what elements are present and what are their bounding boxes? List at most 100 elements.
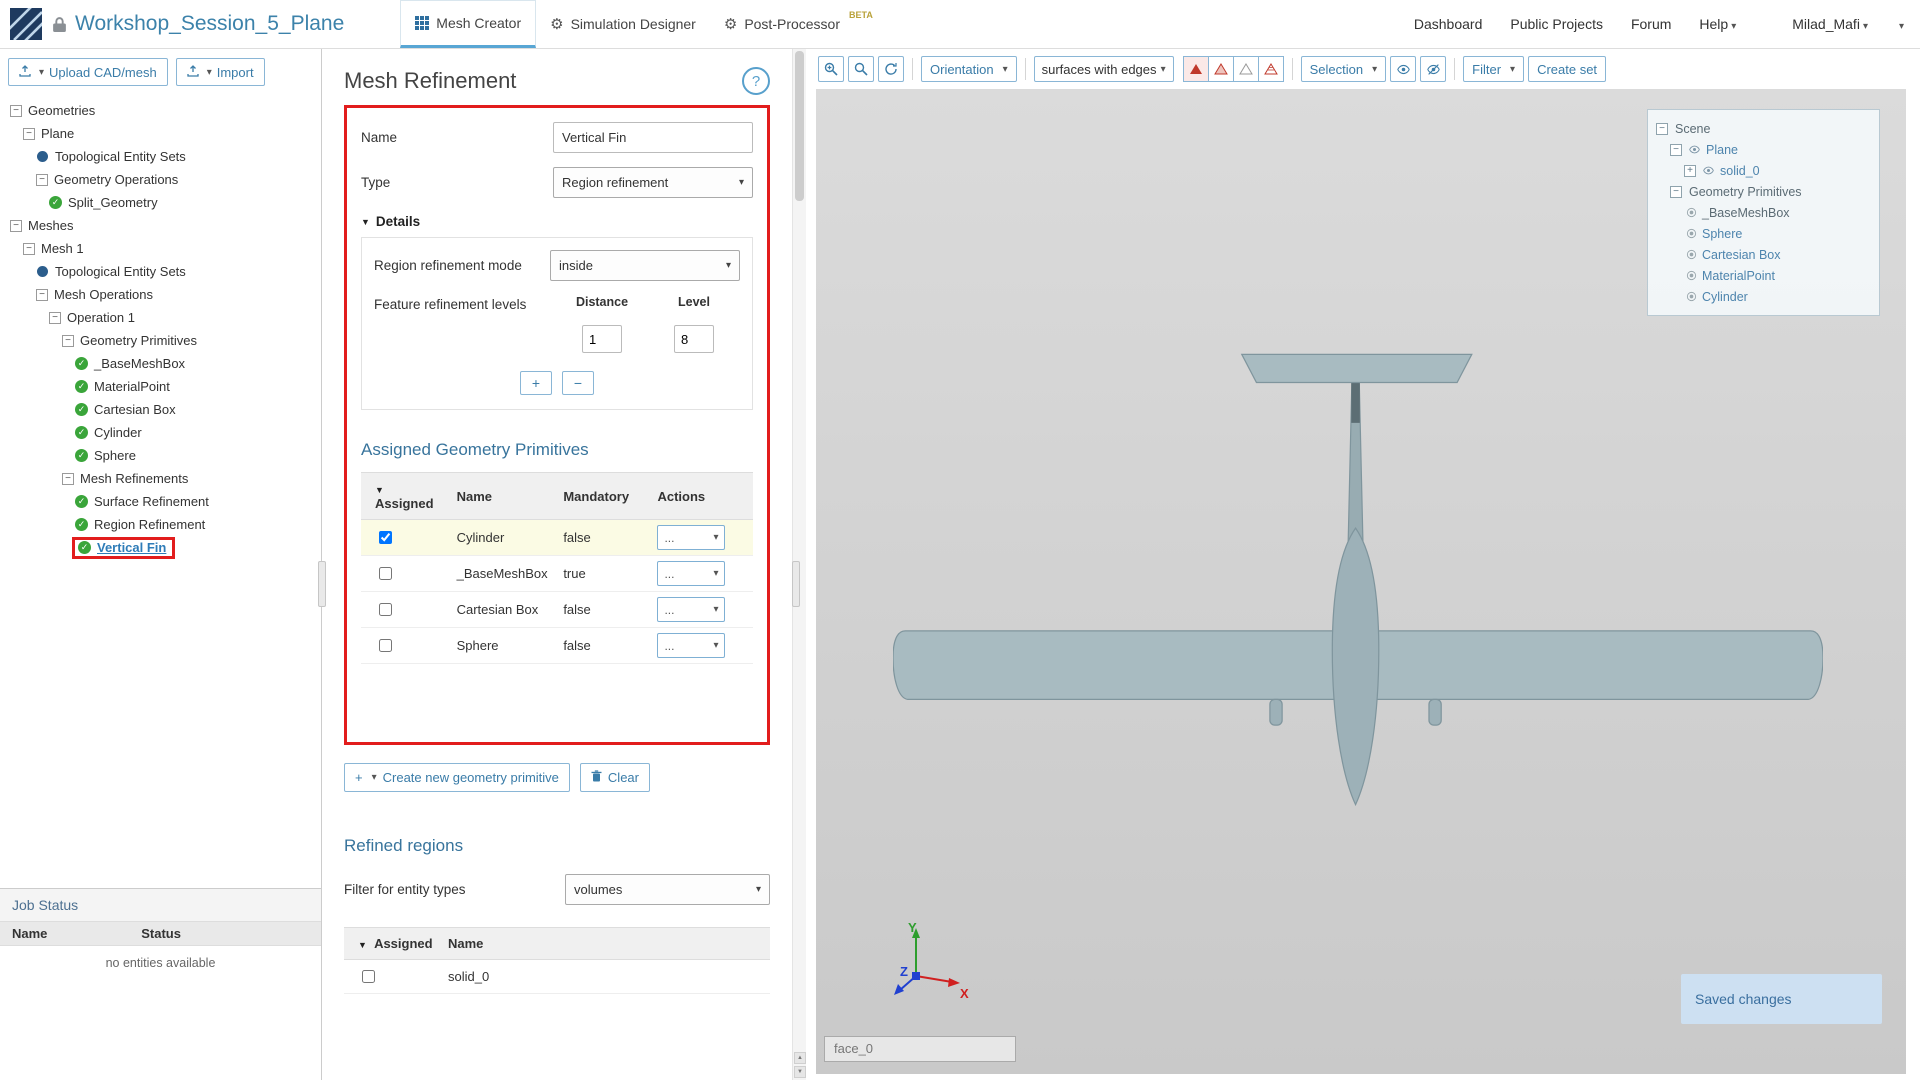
collapse-icon[interactable]: − — [10, 220, 22, 232]
zoom-in-button[interactable] — [818, 56, 844, 82]
scene-item-sphere[interactable]: Sphere — [1654, 223, 1873, 244]
distance-input[interactable] — [582, 325, 622, 353]
upload-cad-button[interactable]: ▾ Upload CAD/mesh — [8, 58, 168, 86]
collapse-icon[interactable]: − — [49, 312, 61, 324]
assigned-checkbox[interactable] — [379, 603, 392, 616]
nav-menu-help[interactable]: Help▾ — [1699, 16, 1736, 32]
nav-link-forum[interactable]: Forum — [1631, 16, 1671, 32]
panel-resize-handle[interactable] — [792, 561, 800, 607]
tree-item-geometry-operations[interactable]: −Geometry Operations — [0, 168, 321, 191]
collapse-icon[interactable]: − — [1670, 186, 1682, 198]
render-mode-wireframe-button[interactable] — [1233, 56, 1259, 82]
assigned-checkbox[interactable] — [379, 531, 392, 544]
tab-simulation-designer[interactable]: ⚙ Simulation Designer — [536, 0, 710, 48]
tree-item-mesh-operations[interactable]: −Mesh Operations — [0, 283, 321, 306]
tree-item-surface-refinement[interactable]: ✓Surface Refinement — [0, 490, 321, 513]
render-mode-mesh-button[interactable] — [1258, 56, 1284, 82]
show-selected-button[interactable] — [1390, 56, 1416, 82]
actions-dropdown[interactable]: ...▾ — [657, 561, 725, 586]
tree-item-materialpoint[interactable]: ✓MaterialPoint — [0, 375, 321, 398]
zoom-fit-button[interactable] — [848, 56, 874, 82]
refined-region-row-solid-0[interactable]: solid_0 — [344, 960, 770, 994]
create-set-button[interactable]: Create set — [1528, 56, 1606, 82]
tab-post-processor[interactable]: ⚙ Post-Processor BETA — [710, 0, 887, 48]
visibility-eye-icon[interactable] — [1702, 165, 1715, 176]
refinement-mode-select[interactable]: inside ▾ — [550, 250, 740, 281]
level-input[interactable] — [674, 325, 714, 353]
tree-item-split-geometry[interactable]: ✓Split_Geometry — [0, 191, 321, 214]
tree-item-geometry-primitives[interactable]: −Geometry Primitives — [0, 329, 321, 352]
tree-item-cylinder[interactable]: ✓Cylinder — [0, 421, 321, 444]
viewport-canvas[interactable]: −Scene−Plane+solid_0−Geometry Primitives… — [816, 89, 1906, 1074]
remove-level-button[interactable]: − — [562, 371, 594, 395]
scroll-down-button[interactable]: ▼ — [794, 1066, 806, 1078]
assigned-checkbox[interactable] — [362, 970, 375, 983]
collapse-icon[interactable]: − — [23, 128, 35, 140]
collapse-icon[interactable]: − — [10, 105, 22, 117]
create-geometry-primitive-button[interactable]: + ▾ Create new geometry primitive — [344, 763, 570, 792]
add-level-button[interactable]: + — [520, 371, 552, 395]
type-select[interactable]: Region refinement ▾ — [553, 167, 753, 198]
simscale-logo[interactable] — [10, 8, 42, 40]
tree-item-region-refinement[interactable]: ✓Region Refinement — [0, 513, 321, 536]
render-mode-shaded-edges-button[interactable] — [1208, 56, 1234, 82]
collapse-icon[interactable]: − — [1670, 144, 1682, 156]
sort-triangle-icon[interactable]: ▼ — [358, 940, 367, 950]
collapse-icon[interactable]: − — [62, 473, 74, 485]
assigned-checkbox[interactable] — [379, 639, 392, 652]
tab-mesh-creator[interactable]: Mesh Creator — [400, 0, 536, 48]
scene-item-scene[interactable]: −Scene — [1654, 118, 1873, 139]
expand-icon[interactable]: + — [1684, 165, 1696, 177]
scene-item-basemeshbox[interactable]: _BaseMeshBox — [1654, 202, 1873, 223]
name-input[interactable] — [553, 122, 753, 153]
entity-filter-select[interactable]: volumes ▾ — [565, 874, 770, 905]
tree-item-topological-entity-sets[interactable]: Topological Entity Sets — [0, 260, 321, 283]
scene-item-cylinder[interactable]: Cylinder — [1654, 286, 1873, 307]
actions-dropdown[interactable]: ...▾ — [657, 633, 725, 658]
collapse-icon[interactable]: − — [62, 335, 74, 347]
visibility-eye-icon[interactable] — [1688, 144, 1701, 155]
tree-item-cartesian-box[interactable]: ✓Cartesian Box — [0, 398, 321, 421]
panel-scrollbar-thumb[interactable] — [795, 51, 804, 201]
primitive-row-sphere[interactable]: Spherefalse...▾ — [361, 628, 753, 664]
collapse-icon[interactable]: − — [36, 174, 48, 186]
tree-item-vertical-fin[interactable]: ✓Vertical Fin — [0, 536, 321, 559]
assigned-checkbox[interactable] — [379, 567, 392, 580]
sidebar-resize-handle[interactable] — [318, 561, 326, 607]
primitive-row-cartesian-box[interactable]: Cartesian Boxfalse...▾ — [361, 592, 753, 628]
sort-triangle-icon[interactable]: ▼ — [375, 485, 384, 495]
actions-dropdown[interactable]: ...▾ — [657, 597, 725, 622]
scene-item-geometry-primitives[interactable]: −Geometry Primitives — [1654, 181, 1873, 202]
collapse-icon[interactable]: − — [1656, 123, 1668, 135]
airplane-model[interactable] — [893, 347, 1823, 812]
nav-link-public-projects[interactable]: Public Projects — [1510, 16, 1603, 32]
actions-dropdown[interactable]: ...▾ — [657, 525, 725, 550]
tree-item-operation-1[interactable]: −Operation 1 — [0, 306, 321, 329]
tree-item-plane[interactable]: −Plane — [0, 122, 321, 145]
import-button[interactable]: ▾ Import — [176, 58, 265, 86]
tree-item-meshes[interactable]: −Meshes — [0, 214, 321, 237]
scene-item-materialpoint[interactable]: MaterialPoint — [1654, 265, 1873, 286]
collapse-icon[interactable]: − — [23, 243, 35, 255]
primitive-row-cylinder[interactable]: Cylinderfalse...▾ — [361, 520, 753, 556]
details-collapse-header[interactable]: ▼ Details — [361, 214, 753, 229]
help-button[interactable]: ? — [742, 67, 770, 95]
scroll-up-button[interactable]: ▲ — [794, 1052, 806, 1064]
hide-selected-button[interactable] — [1420, 56, 1446, 82]
user-menu[interactable]: Milad_Mafi▾ — [1792, 16, 1868, 32]
tree-item-topological-entity-sets[interactable]: Topological Entity Sets — [0, 145, 321, 168]
tree-item-sphere[interactable]: ✓Sphere — [0, 444, 321, 467]
tree-item-mesh-refinements[interactable]: −Mesh Refinements — [0, 467, 321, 490]
tree-item-basemeshbox[interactable]: ✓_BaseMeshBox — [0, 352, 321, 375]
navbar-more-chevron[interactable]: ▾ — [1896, 16, 1904, 32]
filter-dropdown[interactable]: Filter ▾ — [1463, 56, 1524, 82]
nav-link-dashboard[interactable]: Dashboard — [1414, 16, 1483, 32]
display-mode-select[interactable]: surfaces with edges ▾ — [1034, 56, 1174, 82]
refresh-view-button[interactable] — [878, 56, 904, 82]
tree-item-mesh-1[interactable]: −Mesh 1 — [0, 237, 321, 260]
primitive-row-basemeshbox[interactable]: _BaseMeshBoxtrue...▾ — [361, 556, 753, 592]
orientation-dropdown[interactable]: Orientation ▾ — [921, 56, 1017, 82]
collapse-icon[interactable]: − — [36, 289, 48, 301]
tree-item-geometries[interactable]: −Geometries — [0, 99, 321, 122]
selection-dropdown[interactable]: Selection ▾ — [1301, 56, 1387, 82]
